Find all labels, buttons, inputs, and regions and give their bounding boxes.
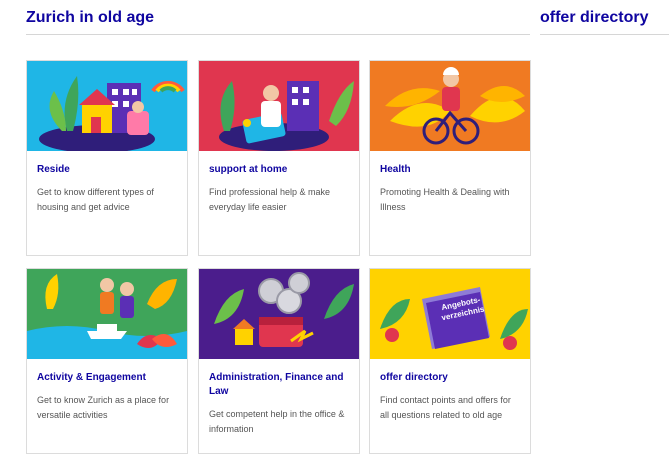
card-administration-finance-law[interactable]: Administration, Finance and Law Get comp… (198, 268, 360, 454)
card-description: Promoting Health & Dealing with Illness (380, 187, 510, 212)
card-title: Activity & Engagement (37, 372, 146, 383)
card-description: Get to know Zurich as a place for versat… (37, 395, 170, 420)
folder-illustration-icon: Angebots-verzeichnis (370, 269, 530, 359)
card-title: support at home (209, 164, 288, 175)
card-offer-directory[interactable]: Angebots-verzeichnis offer directory Fin… (369, 268, 531, 454)
card-support-at-home[interactable]: support at home Find professional help &… (198, 60, 360, 256)
card-reside[interactable]: Reside Get to know different types of ho… (26, 60, 188, 256)
card-description: Get competent help in the office & infor… (209, 409, 345, 434)
card-description: Find contact points and offers for all q… (380, 395, 511, 420)
hikers-illustration-icon (27, 269, 187, 359)
card-title: Reside (37, 164, 70, 175)
sidebar-divider (540, 34, 669, 35)
houses-illustration-icon (27, 61, 187, 151)
card-title: offer directory (380, 372, 448, 383)
card-description: Find professional help & make everyday l… (209, 187, 331, 212)
card-title: Health (380, 164, 411, 175)
card-health[interactable]: Health Promoting Health & Dealing with I… (369, 60, 531, 256)
coins-illustration-icon (199, 269, 359, 359)
sidebar-title[interactable]: offer directory (540, 9, 648, 27)
page-title: Zurich in old age (26, 9, 155, 26)
card-title: Administration, Finance and Law (209, 372, 344, 397)
card-description: Get to know different types of housing a… (37, 187, 154, 212)
title-divider (26, 34, 530, 35)
home-care-illustration-icon (199, 61, 359, 151)
card-activity-engagement[interactable]: Activity & Engagement Get to know Zurich… (26, 268, 188, 454)
cyclist-illustration-icon (370, 61, 530, 151)
